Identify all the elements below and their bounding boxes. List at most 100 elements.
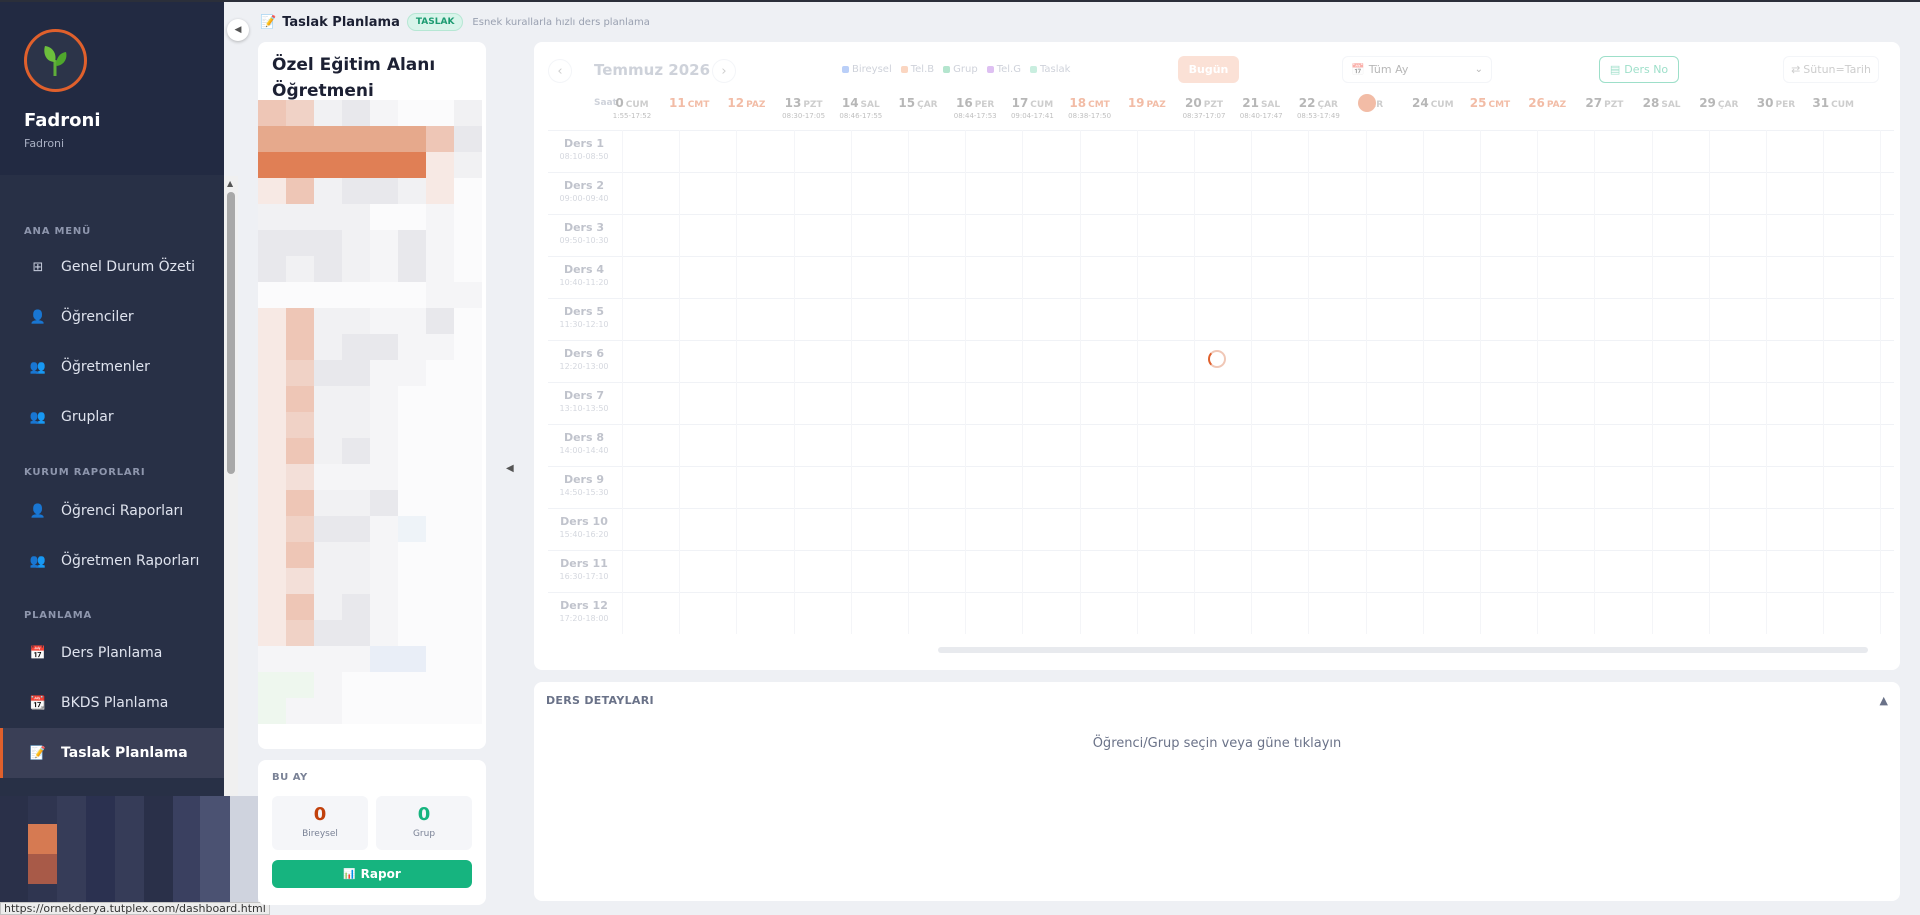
calendar-icon: 📅: [1351, 63, 1365, 76]
chevron-right-icon: ›: [721, 63, 727, 79]
column-mode-button[interactable]: ⇄ Sütun=Tarih: [1783, 56, 1879, 83]
grid-column-line: [1422, 130, 1424, 634]
day-label: 21 SAL: [1233, 96, 1289, 110]
day-number: 31: [1812, 96, 1830, 110]
day-column-header[interactable]: 19 PAZ: [1119, 96, 1175, 112]
day-number: 22: [1298, 96, 1316, 110]
blurred-list: [258, 100, 486, 748]
collapse-up-icon[interactable]: ▲: [1880, 694, 1888, 707]
calendar-horizontal-scrollbar[interactable]: [938, 647, 1868, 653]
sidebar-item-label: BKDS Planlama: [61, 695, 169, 711]
scroll-up-arrow-icon[interactable]: ▲: [227, 179, 233, 188]
day-column-header[interactable]: 17 CUM 09:04-17:41: [1004, 96, 1060, 120]
sidebar-collapse-button[interactable]: ◀: [227, 19, 249, 41]
day-column-header[interactable]: 31 CUM: [1805, 96, 1861, 112]
sidebar-scrollbar[interactable]: ▲: [224, 176, 238, 798]
day-column-header[interactable]: 26 PAZ: [1519, 96, 1575, 112]
day-of-week: ÇAR: [917, 100, 938, 110]
day-column-header[interactable]: 20 PZT 08:37-17:07: [1176, 96, 1232, 120]
day-of-week: PAZ: [1146, 100, 1166, 110]
sidebar: Fadroni Fadroni ANA MENÜ ⊞ Genel Durum Öz…: [0, 2, 224, 915]
calendar-icon: 📅: [29, 645, 47, 661]
lesson-label: Ders 10 15:40-16:20: [548, 515, 620, 539]
day-column-header[interactable]: 16 PER 08:44-17:53: [947, 96, 1003, 120]
day-number: 24: [1412, 96, 1429, 110]
day-column-header[interactable]: 14 SAL 08:46-17:55: [833, 96, 889, 120]
lesson-time: 08:10-08:50: [559, 152, 609, 161]
day-of-week: ÇAR: [1717, 100, 1739, 110]
memo-icon: 📝: [260, 14, 277, 30]
ders-no-button[interactable]: ▤ Ders No: [1599, 56, 1679, 83]
lesson-time: 10:40-11:20: [559, 278, 609, 287]
lesson-row: Ders 10 15:40-16:20: [548, 508, 1894, 550]
day-label: 22 ÇAR: [1290, 96, 1346, 110]
lesson-time: 14:00-14:40: [559, 446, 609, 455]
scrollbar-thumb[interactable]: [227, 192, 235, 474]
day-hours: 08:53-17:49: [1296, 112, 1340, 120]
lesson-name: Ders 4: [563, 263, 605, 276]
grid-column-line: [1708, 130, 1710, 634]
calendar-toolbar: ‹ Temmuz 2026 › Bireysel Tel.B Grup Tel.G Ta…: [534, 42, 1900, 94]
next-month-button[interactable]: ›: [712, 59, 736, 83]
chevron-down-icon: ⌄: [1474, 64, 1483, 75]
day-column-header[interactable]: 22 ÇAR 08:53-17:49: [1290, 96, 1346, 120]
stat-value: 0: [313, 804, 327, 825]
day-column-header[interactable]: 24 CUM: [1405, 96, 1461, 112]
today-button[interactable]: Bugün: [1178, 56, 1239, 83]
day-column-header[interactable]: 25 CMT: [1462, 96, 1518, 112]
stat-grup: 0 Grup: [376, 796, 472, 850]
day-number: 17: [1011, 96, 1029, 110]
panel-collapse-left-icon[interactable]: ◀: [506, 463, 514, 474]
lesson-row: Ders 3 09:50-10:30: [548, 214, 1894, 256]
day-column-header[interactable]: 27 PZT: [1576, 96, 1632, 112]
logo: [24, 29, 87, 92]
lesson-time: 12:20-13:00: [559, 362, 609, 371]
day-number: 28: [1642, 96, 1660, 110]
grid-column-line: [965, 130, 967, 634]
sidebar-item-bkds-planlama[interactable]: 📆 BKDS Planlama: [0, 678, 224, 728]
sidebar-item-genel-durum[interactable]: ⊞ Genel Durum Özeti: [0, 242, 224, 292]
sidebar-item-ogretmenler[interactable]: 👥 Öğretmenler: [0, 342, 224, 392]
day-column-header[interactable]: 0 CUM 1:55-17:52: [604, 96, 660, 120]
day-column-header[interactable]: 15 ÇAR: [890, 96, 946, 112]
lesson-name: Ders 3: [563, 221, 605, 234]
day-hours: 08:38-17:50: [1068, 112, 1112, 120]
day-number: 11: [668, 96, 686, 110]
sidebar-item-ders-planlama[interactable]: 📅 Ders Planlama: [0, 628, 224, 678]
lesson-name: Ders 7: [563, 389, 605, 402]
legend-swatch: [943, 66, 951, 73]
day-column-header[interactable]: ER: [1348, 94, 1404, 112]
sidebar-item-taslak-planlama[interactable]: 📝 Taslak Planlama: [0, 728, 224, 778]
day-number: 26: [1528, 96, 1545, 110]
sidebar-item-ogrenciler[interactable]: 👤 Öğrenciler: [0, 292, 224, 342]
day-column-header[interactable]: 29 ÇAR: [1691, 96, 1747, 112]
grid-column-line: [793, 130, 795, 634]
day-column-header[interactable]: 12 PAZ: [718, 96, 774, 112]
lesson-time: 17:20-18:00: [559, 614, 609, 623]
report-button[interactable]: 📊 Rapor: [272, 860, 472, 888]
lesson-label: Ders 1 08:10-08:50: [548, 137, 620, 161]
day-column-header[interactable]: 28 SAL: [1634, 96, 1690, 112]
sidebar-item-gruplar[interactable]: 👥 Gruplar: [0, 392, 224, 442]
day-column-header[interactable]: 13 PZT 08:30-17:05: [776, 96, 832, 120]
legend-label: Tel.G: [996, 64, 1021, 75]
legend-label: Taslak: [1039, 64, 1071, 75]
sidebar-item-ogrenci-raporlari[interactable]: 👤 Öğrenci Raporları: [0, 486, 224, 536]
grid-column-line: [1651, 130, 1653, 634]
prev-month-button[interactable]: ‹: [548, 59, 572, 83]
day-column-header[interactable]: 30 PER: [1748, 96, 1804, 112]
grid-column-line: [1880, 130, 1882, 634]
day-column-header[interactable]: 21 SAL 08:40-17:47: [1233, 96, 1289, 120]
grid-column-line: [1594, 130, 1596, 634]
sidebar-item-ogretmen-raporlari[interactable]: 👥 Öğretmen Raporları: [0, 536, 224, 586]
memo-icon: 📝: [29, 745, 47, 761]
teacher-icon: 👥: [29, 359, 47, 375]
brand-subtitle: Fadroni: [24, 137, 65, 150]
month-select[interactable]: 📅 Tüm Ay ⌄: [1342, 56, 1492, 83]
grid-column-line: [1766, 130, 1767, 634]
day-column-header[interactable]: 11 CMT: [661, 96, 717, 112]
grid-column-line: [1194, 130, 1195, 634]
legend-item: Taslak: [1029, 64, 1071, 75]
lesson-row: Ders 1 08:10-08:50: [548, 130, 1894, 172]
day-column-header[interactable]: 18 CMT 08:38-17:50: [1062, 96, 1118, 120]
